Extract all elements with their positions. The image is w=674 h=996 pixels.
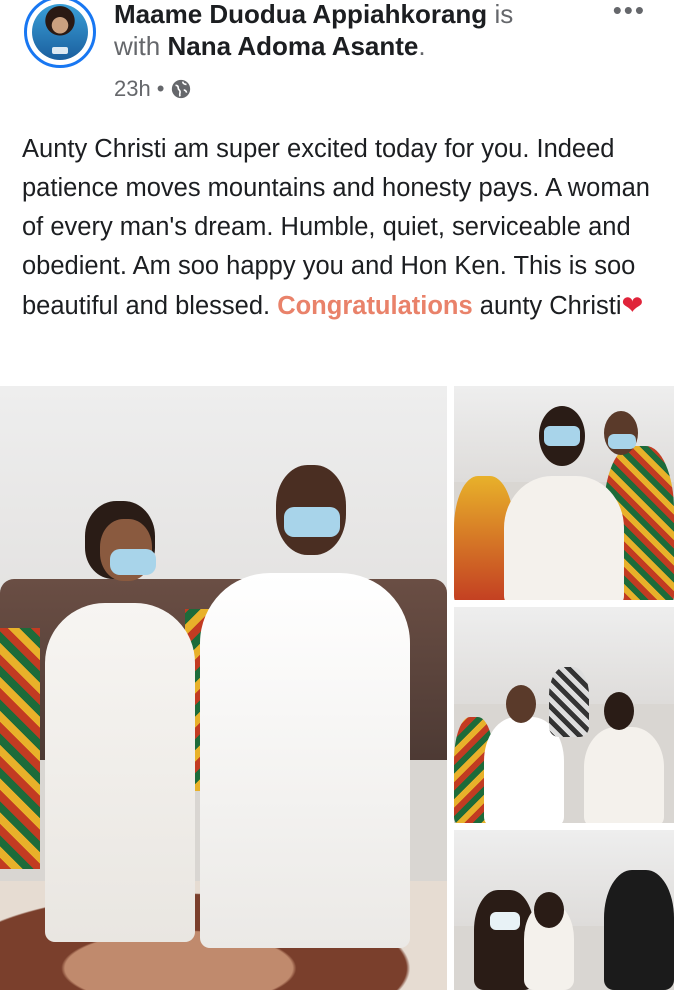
photo-grid-1[interactable] xyxy=(454,386,674,600)
heart-emoji: ❤ xyxy=(621,290,644,320)
avatar-image xyxy=(32,4,88,60)
post-meta: 23h • xyxy=(114,76,192,102)
author-line: Maame Duodua Appiahkorang is with Nana A… xyxy=(114,0,513,62)
more-options-icon[interactable]: ••• xyxy=(613,0,646,23)
with-word: with xyxy=(114,31,161,61)
post-text-end: aunty Christi xyxy=(472,292,622,320)
author-avatar[interactable] xyxy=(24,0,96,68)
author-name[interactable]: Maame Duodua Appiahkorang xyxy=(114,0,487,29)
photo-grid-3[interactable] xyxy=(454,830,674,990)
post-header: Maame Duodua Appiahkorang is with Nana A… xyxy=(0,0,674,110)
photo-main[interactable] xyxy=(0,386,447,990)
hashtag-link[interactable]: Congratulations xyxy=(277,292,473,320)
is-word: is xyxy=(494,0,514,29)
period: . xyxy=(418,31,426,61)
post-body: Aunty Christi am super excited today for… xyxy=(22,130,662,326)
globe-icon[interactable] xyxy=(170,78,192,100)
post-time[interactable]: 23h xyxy=(114,76,151,102)
meta-dot: • xyxy=(156,76,165,101)
tagged-name[interactable]: Nana Adoma Asante xyxy=(167,31,418,61)
photo-grid-2[interactable] xyxy=(454,607,674,823)
